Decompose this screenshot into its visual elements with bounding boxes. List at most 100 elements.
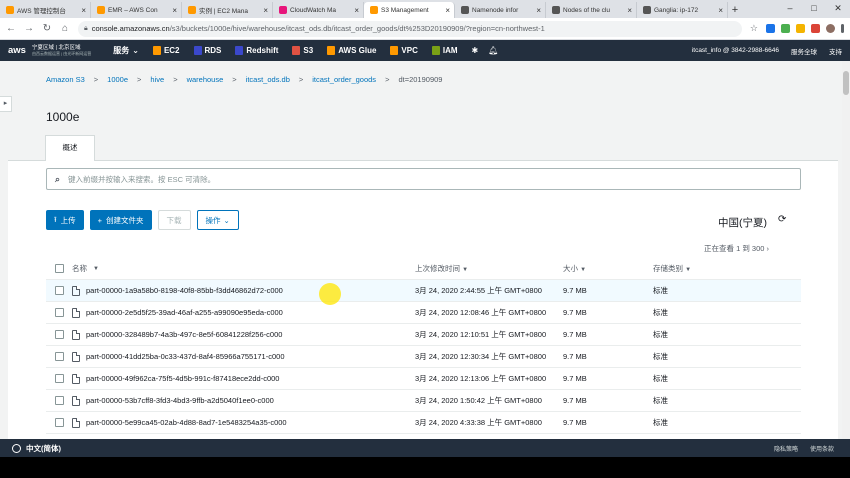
object-name-link[interactable]: part-00000-53b7cff8-3fd3-4bd3-9ffb-a2d50…	[86, 396, 274, 405]
tab-overview[interactable]: 概述	[45, 135, 95, 161]
terms-link[interactable]: 使用条款	[810, 444, 834, 453]
browser-tab[interactable]: AWS 管理控制台 ×	[0, 2, 91, 18]
header-modified[interactable]: 上次修改时间 ▼	[415, 263, 563, 274]
account-menu[interactable]: itcast_info @ 3842-2988-6646	[692, 47, 779, 54]
table-row[interactable]: part-00000-1a9a58b0-8198-40f8-85bb-f3dd4…	[46, 280, 801, 302]
download-button[interactable]: 下载	[157, 210, 191, 230]
table-row[interactable]: part-00000-41dd25ba-0c33-437d-8af4-85966…	[46, 346, 801, 368]
forward-icon[interactable]: →	[24, 23, 34, 34]
refresh-icon[interactable]: ⟳	[778, 214, 786, 225]
nav-service-rds[interactable]: RDS	[193, 46, 221, 55]
row-checkbox[interactable]	[54, 418, 64, 427]
browser-tab[interactable]: EMR – AWS Con ×	[91, 2, 182, 18]
address-bar[interactable]: 🔒︎ console.amazonaws.cn/s3/buckets/1000e…	[78, 20, 742, 37]
objects-table: 名称 ▼ 上次修改时间 ▼ 大小 ▼ 存储类别 ▼ part-00000-1a9a…	[46, 258, 801, 434]
object-name-link[interactable]: part-00000-1a9a58b0-8198-40f8-85bb-f3dd4…	[86, 286, 283, 295]
minimize-button[interactable]: –	[778, 0, 802, 16]
pin-icon[interactable]: ✱	[472, 46, 479, 55]
support-menu[interactable]: 支持	[829, 46, 842, 56]
row-checkbox[interactable]	[54, 330, 64, 339]
create-folder-button[interactable]: + 创建文件夹	[89, 210, 152, 230]
chevron-right-icon[interactable]: ›	[767, 244, 770, 253]
tab-title: 实例 | EC2 Mana	[199, 8, 249, 15]
services-menu[interactable]: 服务 ⌄	[113, 45, 139, 56]
bookmark-star-icon[interactable]: ☆	[750, 23, 758, 34]
menu-dots-icon[interactable]	[841, 24, 844, 33]
scrollbar-thumb[interactable]	[843, 71, 849, 95]
privacy-link[interactable]: 隐私策略	[774, 444, 798, 453]
service-icon	[327, 46, 336, 55]
globe-icon	[12, 443, 21, 453]
close-tab-icon[interactable]: ×	[172, 6, 177, 15]
nav-service-vpc[interactable]: VPC	[390, 46, 418, 55]
nav-service-s3[interactable]: S3	[292, 46, 313, 55]
object-name-link[interactable]: part-00000-41dd25ba-0c33-437d-8af4-85966…	[86, 352, 285, 361]
breadcrumb-item[interactable]: hive	[150, 75, 164, 84]
close-tab-icon[interactable]: ×	[627, 6, 632, 15]
close-window-button[interactable]: ✕	[826, 0, 850, 16]
close-tab-icon[interactable]: ×	[354, 6, 359, 15]
back-icon[interactable]: ←	[6, 23, 16, 34]
close-tab-icon[interactable]: ×	[718, 6, 723, 15]
close-tab-icon[interactable]: ×	[445, 6, 450, 15]
table-row[interactable]: part-00000-2e5d5f25-39ad-46af-a255-a9909…	[46, 302, 801, 324]
object-name-link[interactable]: part-00000-2e5d5f25-39ad-46af-a255-a9909…	[86, 308, 283, 317]
header-name[interactable]: 名称 ▼	[72, 263, 415, 274]
upload-button[interactable]: ⭱ 上传	[46, 210, 84, 230]
home-icon[interactable]: ⌂	[60, 23, 70, 34]
row-checkbox[interactable]	[54, 308, 64, 317]
browser-tab[interactable]: Namenode infor ×	[455, 2, 546, 18]
nav-service-redshift[interactable]: Redshift	[235, 46, 278, 55]
table-row[interactable]: part-00000-5e99ca45-02ab-4d88-8ad7-1e548…	[46, 412, 801, 434]
header-size[interactable]: 大小 ▼	[563, 263, 653, 274]
browser-tab[interactable]: Nodes of the clu ×	[546, 2, 637, 18]
extension-icon[interactable]	[796, 24, 805, 33]
select-all-checkbox[interactable]	[54, 264, 64, 273]
header-storage-class[interactable]: 存储类别 ▼	[653, 263, 801, 274]
maximize-button[interactable]: □	[802, 0, 826, 16]
aws-logo[interactable]: aws	[8, 45, 26, 56]
browser-tab[interactable]: S3 Management ×	[364, 2, 455, 18]
breadcrumb-item[interactable]: itcast_order_goods	[312, 75, 376, 84]
breadcrumb-item[interactable]: warehouse	[187, 75, 224, 84]
size-cell: 9.7 MB	[563, 352, 587, 361]
breadcrumb-item[interactable]: 1000e	[107, 75, 128, 84]
close-tab-icon[interactable]: ×	[81, 6, 86, 15]
reload-icon[interactable]: ↻	[42, 23, 52, 34]
object-name-link[interactable]: part-00000-5e99ca45-02ab-4d88-8ad7-1e548…	[86, 418, 287, 427]
close-tab-icon[interactable]: ×	[263, 6, 268, 15]
sidebar-expand-button[interactable]: ▸	[0, 96, 12, 112]
breadcrumb-item[interactable]: itcast_ods.db	[246, 75, 290, 84]
breadcrumb-item[interactable]: Amazon S3	[46, 75, 85, 84]
nav-service-iam[interactable]: IAM	[431, 46, 458, 55]
table-row[interactable]: part-00000-49f962ca-75f5-4d5b-991c-f8741…	[46, 368, 801, 390]
breadcrumb-separator: >	[298, 75, 304, 84]
row-checkbox[interactable]	[54, 396, 64, 405]
global-services-menu[interactable]: 服务全球	[791, 46, 817, 56]
nav-service-ec2[interactable]: EC2	[152, 46, 180, 55]
search-input[interactable]: ⌕ 键入前缀并按输入来搜索。按 ESC 可清除。	[46, 168, 801, 190]
browser-tab[interactable]: CloudWatch Ma ×	[273, 2, 364, 18]
row-checkbox[interactable]	[54, 352, 64, 361]
extension-icon[interactable]	[811, 24, 820, 33]
row-checkbox[interactable]	[54, 374, 64, 383]
new-tab-button[interactable]: +	[728, 2, 742, 18]
size-cell: 9.7 MB	[563, 286, 587, 295]
translate-extension-icon[interactable]	[766, 24, 775, 33]
object-name-link[interactable]: part-00000-49f962ca-75f5-4d5b-991c-f8741…	[86, 374, 279, 383]
close-tab-icon[interactable]: ×	[536, 6, 541, 15]
browser-tab[interactable]: 实例 | EC2 Mana ×	[182, 2, 273, 18]
extension-icon[interactable]	[781, 24, 790, 33]
page-scrollbar[interactable]	[842, 61, 850, 439]
table-row[interactable]: part-00000-328489b7-4a3b-497c-8e5f-60841…	[46, 324, 801, 346]
cursor-highlight	[319, 283, 341, 305]
table-row[interactable]: part-00000-53b7cff8-3fd3-4bd3-9ffb-a2d50…	[46, 390, 801, 412]
browser-tab[interactable]: Ganglia: ip-172 ×	[637, 2, 728, 18]
nav-service-aws-glue[interactable]: AWS Glue	[327, 46, 376, 55]
object-name-link[interactable]: part-00000-328489b7-4a3b-497c-8e5f-60841…	[86, 330, 282, 339]
profile-avatar[interactable]	[826, 24, 835, 33]
language-selector[interactable]: 中文(简体)	[12, 443, 61, 454]
bell-icon[interactable]: 🔔︎	[488, 46, 498, 55]
row-checkbox[interactable]	[54, 286, 64, 295]
actions-dropdown[interactable]: 操作 ⌄	[196, 210, 239, 230]
